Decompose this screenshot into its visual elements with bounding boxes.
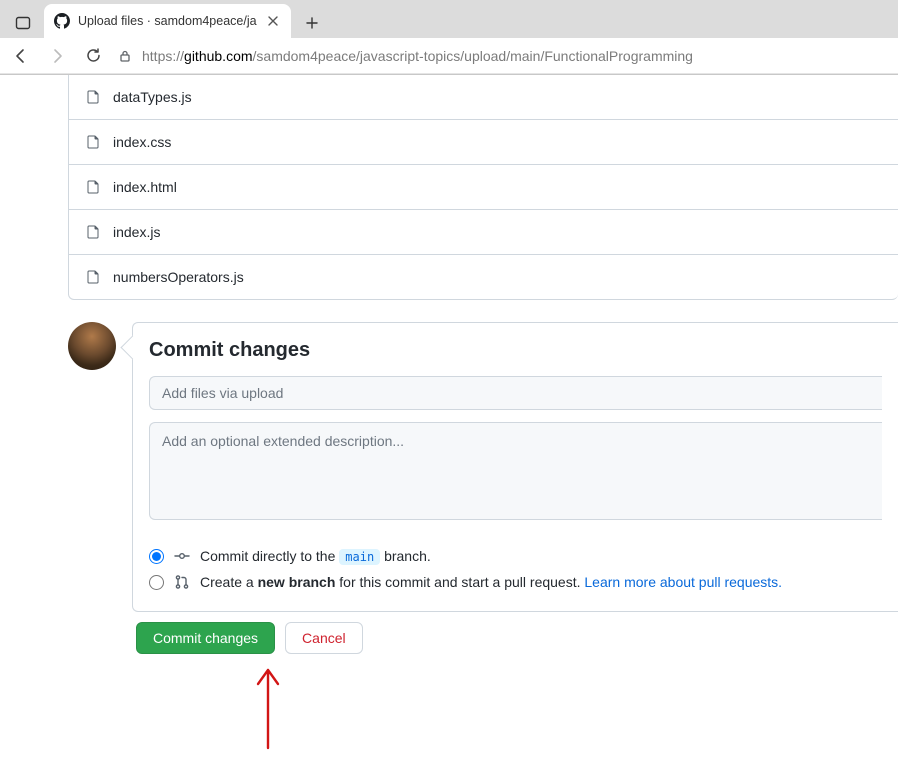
file-icon: [85, 89, 101, 105]
file-name: dataTypes.js: [113, 89, 192, 105]
annotation-arrow: [248, 660, 898, 750]
file-icon: [85, 224, 101, 240]
new-tab-button[interactable]: [297, 8, 327, 38]
reload-button[interactable]: [82, 45, 104, 67]
file-icon: [85, 269, 101, 285]
branch-radio-group: Commit directly to the main branch. Crea…: [149, 543, 882, 595]
avatar[interactable]: [68, 322, 116, 370]
list-item[interactable]: index.html: [69, 164, 898, 209]
tab-title: Upload files · samdom4peace/ja: [78, 14, 257, 28]
button-row: Commit changes Cancel: [136, 622, 898, 654]
commit-summary-input[interactable]: [149, 376, 882, 410]
commit-changes-button[interactable]: Commit changes: [136, 622, 275, 654]
branch-chip: main: [339, 549, 380, 565]
file-icon: [85, 134, 101, 150]
list-item[interactable]: index.js: [69, 209, 898, 254]
file-name: numbersOperators.js: [113, 269, 244, 285]
cancel-button[interactable]: Cancel: [285, 622, 363, 654]
file-name: index.css: [113, 134, 171, 150]
tab-bar: Upload files · samdom4peace/ja: [0, 0, 898, 38]
tab-overview-button[interactable]: [8, 8, 38, 38]
github-icon: [54, 13, 70, 29]
url-text: https://github.com/samdom4peace/javascri…: [142, 48, 693, 64]
radio-direct-text: Commit directly to the main branch.: [200, 548, 431, 564]
page-content: dataTypes.js index.css index.html index.…: [0, 75, 898, 750]
forward-button[interactable]: [46, 45, 68, 67]
file-name: index.html: [113, 179, 177, 195]
list-item[interactable]: numbersOperators.js: [69, 254, 898, 299]
commit-box: Commit changes Commit directly to the ma…: [132, 322, 898, 612]
list-item[interactable]: dataTypes.js: [69, 75, 898, 119]
radio-new-text: Create a new branch for this commit and …: [200, 574, 782, 590]
commit-heading: Commit changes: [149, 339, 882, 362]
nav-bar: https://github.com/samdom4peace/javascri…: [0, 38, 898, 74]
learn-pull-requests-link[interactable]: Learn more about pull requests.: [584, 574, 782, 590]
file-icon: [85, 179, 101, 195]
browser-tab[interactable]: Upload files · samdom4peace/ja: [44, 4, 291, 38]
radio-commit-direct[interactable]: Commit directly to the main branch.: [149, 543, 882, 569]
commit-section: Commit changes Commit directly to the ma…: [68, 322, 898, 612]
back-button[interactable]: [10, 45, 32, 67]
lock-icon: [118, 49, 132, 63]
file-list: dataTypes.js index.css index.html index.…: [68, 75, 898, 300]
list-item[interactable]: index.css: [69, 119, 898, 164]
file-name: index.js: [113, 224, 160, 240]
browser-chrome: Upload files · samdom4peace/ja https://g…: [0, 0, 898, 75]
radio-commit-direct-input[interactable]: [149, 549, 164, 564]
commit-description-input[interactable]: [149, 422, 882, 520]
git-commit-icon: [174, 548, 190, 564]
close-tab-button[interactable]: [265, 13, 281, 29]
git-pull-request-icon: [174, 574, 190, 590]
address-bar[interactable]: https://github.com/samdom4peace/javascri…: [118, 48, 888, 64]
radio-new-branch-input[interactable]: [149, 575, 164, 590]
radio-new-branch[interactable]: Create a new branch for this commit and …: [149, 569, 882, 595]
